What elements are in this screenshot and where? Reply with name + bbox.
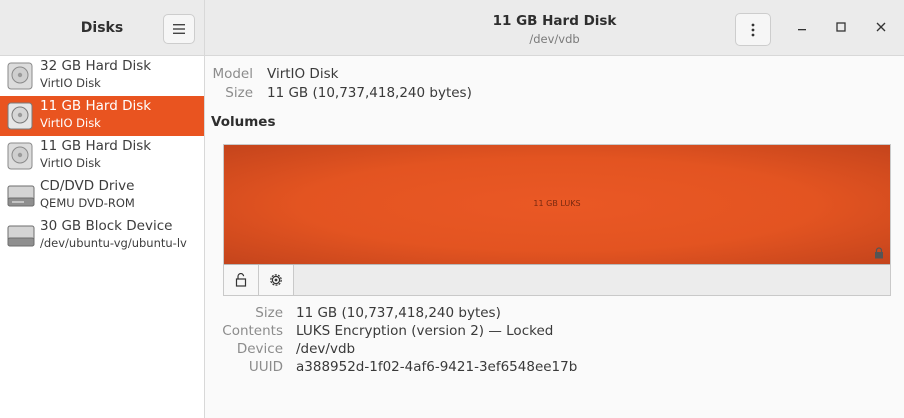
model-value: VirtIO Disk bbox=[267, 66, 339, 82]
hard-disk-icon bbox=[7, 62, 33, 90]
partition-size-value: 11 GB (10,737,418,240 bytes) bbox=[296, 305, 501, 321]
volume-toolbar bbox=[224, 265, 890, 295]
device-item-11gb-hard-disk-selected[interactable]: 11 GB Hard Disk VirtIO Disk bbox=[0, 96, 204, 136]
contents-value: LUKS Encryption (version 2) — Locked bbox=[296, 323, 554, 339]
partition-options-button[interactable] bbox=[259, 265, 294, 295]
partition-size-label: Size bbox=[255, 305, 283, 321]
minimize-icon[interactable] bbox=[795, 20, 809, 34]
device-model: QEMU DVD-ROM bbox=[40, 196, 135, 210]
maximize-icon[interactable] bbox=[834, 20, 848, 34]
window-subtitle: /dev/vdb bbox=[529, 32, 580, 46]
device-item-11gb-hard-disk[interactable]: 11 GB Hard Disk VirtIO Disk bbox=[0, 136, 204, 176]
device-list: 32 GB Hard Disk VirtIO Disk 11 GB Hard D… bbox=[0, 56, 204, 256]
lock-icon bbox=[875, 247, 883, 259]
hamburger-icon bbox=[173, 24, 185, 34]
contents-label: Contents bbox=[222, 323, 283, 339]
main-menu-button[interactable] bbox=[163, 14, 195, 44]
block-device-icon bbox=[7, 225, 35, 247]
header-bar: 11 GB Hard Disk /dev/vdb bbox=[205, 0, 904, 56]
disk-details-pane: Model VirtIO Disk Size 11 GB (10,737,418… bbox=[205, 56, 904, 418]
unlock-icon bbox=[235, 273, 247, 287]
volumes-heading: Volumes bbox=[211, 114, 276, 130]
device-item-30gb-block-device[interactable]: 30 GB Block Device /dev/ubuntu-vg/ubuntu… bbox=[0, 216, 204, 256]
kebab-menu-icon bbox=[751, 23, 755, 36]
uuid-label: UUID bbox=[248, 359, 283, 375]
device-model: VirtIO Disk bbox=[40, 156, 101, 170]
sidebar: Disks 32 GB Hard Disk VirtIO Disk 11 GB … bbox=[0, 0, 205, 418]
luks-volume-block[interactable]: 11 GB LUKS bbox=[224, 145, 890, 265]
unlock-button[interactable] bbox=[224, 265, 259, 295]
device-name: CD/DVD Drive bbox=[40, 178, 135, 194]
device-model: VirtIO Disk bbox=[40, 76, 101, 90]
hard-disk-icon bbox=[7, 102, 33, 130]
drive-options-button[interactable] bbox=[735, 13, 771, 46]
volume-map: 11 GB LUKS bbox=[223, 144, 891, 296]
size-value: 11 GB (10,737,418,240 bytes) bbox=[267, 85, 472, 101]
gear-icon bbox=[270, 274, 282, 286]
device-name: 11 GB Hard Disk bbox=[40, 138, 152, 154]
device-name: 32 GB Hard Disk bbox=[40, 58, 152, 74]
device-path: /dev/ubuntu-vg/ubuntu-lv bbox=[40, 236, 187, 250]
sidebar-header: Disks bbox=[0, 0, 204, 56]
device-label: Device bbox=[236, 341, 283, 357]
size-label: Size bbox=[225, 85, 253, 101]
device-model: VirtIO Disk bbox=[40, 116, 101, 130]
optical-drive-icon bbox=[7, 185, 35, 207]
device-value: /dev/vdb bbox=[296, 341, 356, 357]
close-icon[interactable] bbox=[874, 20, 888, 34]
model-label: Model bbox=[212, 66, 253, 82]
volume-block-label: 11 GB LUKS bbox=[533, 199, 581, 208]
device-item-cd-dvd-drive[interactable]: CD/DVD Drive QEMU DVD-ROM bbox=[0, 176, 204, 216]
hard-disk-icon bbox=[7, 142, 33, 170]
device-name: 30 GB Block Device bbox=[40, 218, 173, 234]
device-name: 11 GB Hard Disk bbox=[40, 98, 152, 114]
device-item-32gb-hard-disk[interactable]: 32 GB Hard Disk VirtIO Disk bbox=[0, 56, 204, 96]
uuid-value: a388952d-1f02-4af6-9421-3ef6548ee17b bbox=[296, 359, 578, 375]
